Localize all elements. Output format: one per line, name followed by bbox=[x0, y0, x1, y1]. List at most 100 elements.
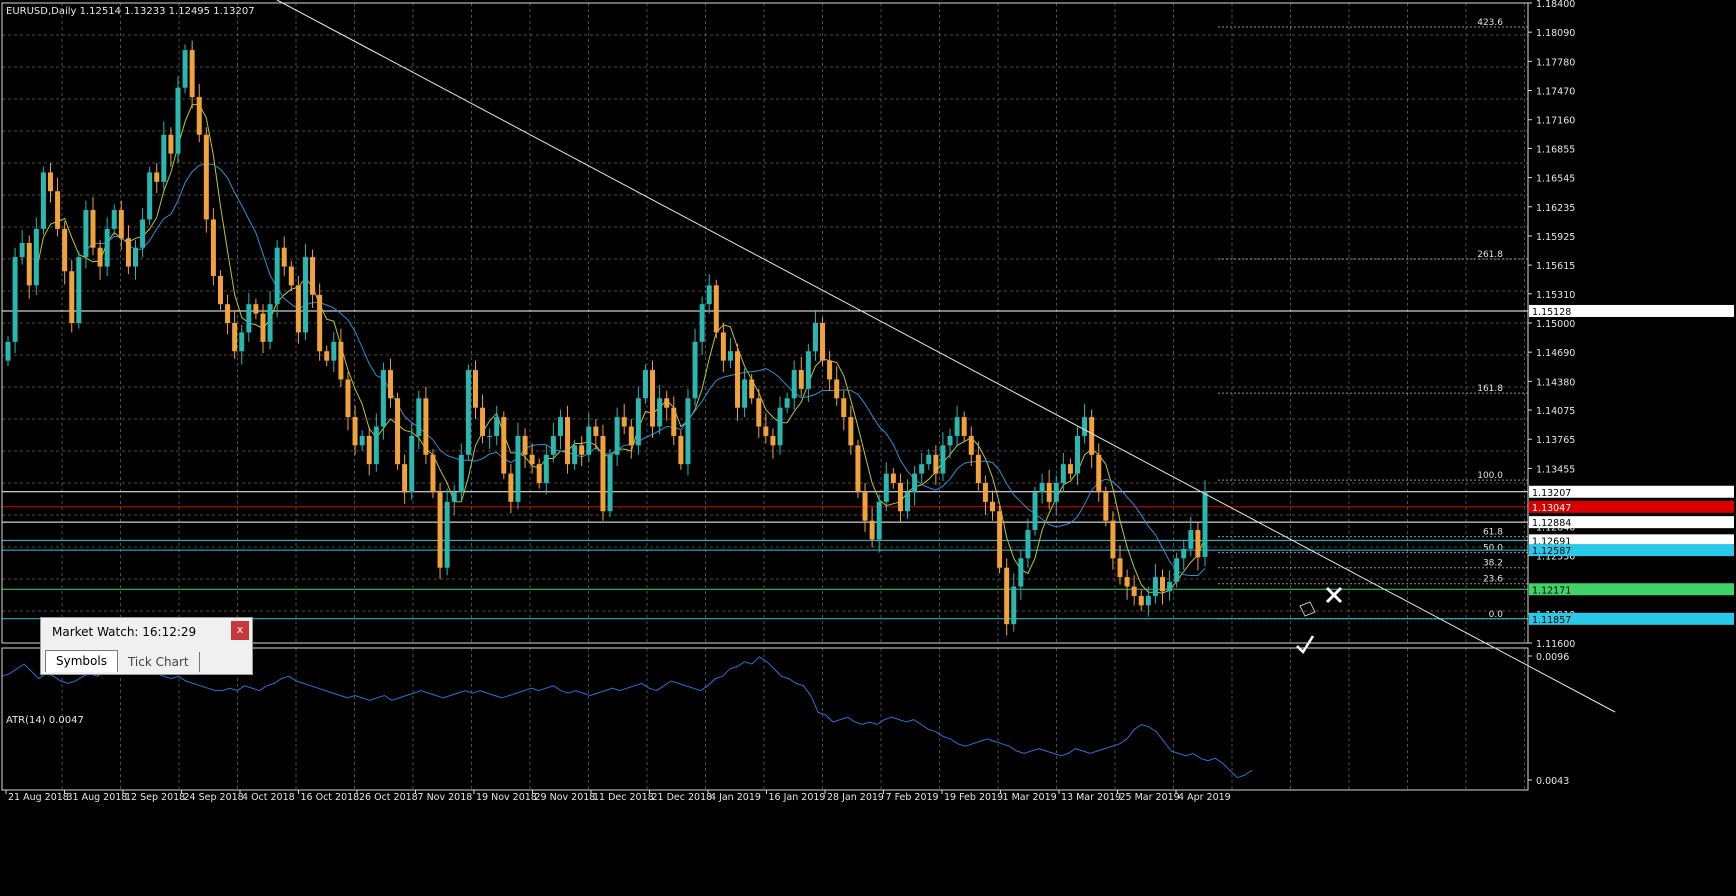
price-tick-label: 1.16235 bbox=[1536, 203, 1575, 214]
candle-body bbox=[47, 172, 53, 192]
trendline[interactable] bbox=[276, 0, 1616, 713]
price-tick-label: 1.16855 bbox=[1536, 144, 1575, 155]
candle-body bbox=[890, 473, 896, 483]
fib-level-label: 261.8 bbox=[1477, 250, 1503, 260]
date-tick-label: 28 Jan 2019 bbox=[827, 792, 884, 803]
candle-body bbox=[1195, 530, 1201, 558]
candle-body bbox=[302, 257, 308, 333]
price-level-lines bbox=[2, 310, 1528, 620]
candle-body bbox=[232, 323, 238, 352]
candle-body bbox=[225, 304, 231, 323]
date-tick-label: 16 Jan 2019 bbox=[769, 792, 826, 803]
price-tick-label: 1.14380 bbox=[1536, 377, 1575, 388]
price-tick-label: 1.15310 bbox=[1536, 290, 1575, 301]
candle-body bbox=[713, 285, 719, 333]
close-icon[interactable]: x bbox=[231, 621, 249, 640]
candle-body bbox=[217, 275, 223, 305]
candle-body bbox=[444, 501, 450, 568]
fibonacci-lines: 423.6261.8161.8100.061.850.038.223.60.0 bbox=[1218, 18, 1528, 620]
tab-tick-chart[interactable]: Tick Chart bbox=[118, 652, 200, 672]
date-tick-label: 1 Mar 2019 bbox=[1003, 792, 1057, 803]
candle-body bbox=[905, 492, 911, 512]
price-tick-label: 1.14075 bbox=[1536, 406, 1575, 417]
candle-body bbox=[1138, 595, 1144, 606]
candle-body bbox=[1096, 454, 1102, 493]
candle-body bbox=[798, 370, 804, 389]
candle-body bbox=[295, 285, 301, 333]
candle-body bbox=[203, 134, 209, 220]
candle-body bbox=[508, 473, 514, 502]
candle-body bbox=[940, 445, 946, 474]
candle-body bbox=[685, 398, 691, 465]
candle-body bbox=[338, 341, 344, 380]
candle-body bbox=[501, 417, 507, 474]
candle-body bbox=[494, 417, 500, 436]
trading-chart[interactable]: 423.6261.8161.8100.061.850.038.223.60.0 … bbox=[0, 0, 1736, 896]
atr-axis: 0.0096 0.0043 bbox=[1528, 652, 1569, 787]
buy-check-icon bbox=[1296, 635, 1315, 654]
candle-body bbox=[132, 247, 138, 267]
candle-body bbox=[593, 426, 599, 436]
fib-level-label: 423.6 bbox=[1477, 18, 1503, 28]
date-tick-label: 26 Oct 2018 bbox=[359, 792, 418, 803]
candle-body bbox=[557, 417, 563, 436]
candle-body bbox=[841, 398, 847, 418]
candle-body bbox=[862, 492, 868, 521]
candle-body bbox=[919, 464, 925, 474]
price-tick-label: 1.11600 bbox=[1536, 639, 1575, 650]
price-tick-label: 1.14690 bbox=[1536, 348, 1575, 359]
candle-body bbox=[975, 454, 981, 483]
candle-body bbox=[897, 483, 903, 512]
candle-body bbox=[76, 257, 82, 323]
candle-body bbox=[572, 445, 578, 465]
candle-body bbox=[26, 243, 32, 286]
date-tick-label: 16 Oct 2018 bbox=[301, 792, 360, 803]
candle-body bbox=[628, 426, 634, 446]
candle-body bbox=[1067, 464, 1073, 474]
atr-grid bbox=[61, 648, 1525, 790]
candle-body bbox=[1032, 492, 1038, 531]
candle-body bbox=[324, 351, 330, 361]
candle-body bbox=[1110, 520, 1116, 559]
price-tag-label: 1.12587 bbox=[1532, 546, 1571, 557]
candle-body bbox=[366, 435, 372, 465]
candle-body bbox=[480, 407, 486, 436]
market-watch-window[interactable]: Market Watch: 16:12:29 x Symbols Tick Ch… bbox=[40, 617, 253, 675]
candle-body bbox=[522, 435, 528, 455]
candle-body bbox=[805, 351, 811, 389]
candle-body bbox=[402, 464, 408, 493]
candle-body bbox=[395, 398, 401, 465]
candle-body bbox=[876, 501, 882, 540]
candle-body bbox=[1124, 577, 1130, 587]
candle-body bbox=[83, 210, 89, 258]
fib-level-label: 161.8 bbox=[1477, 384, 1503, 394]
candle-body bbox=[5, 341, 11, 361]
date-tick-label: 24 Sep 2018 bbox=[184, 792, 244, 803]
candle-body bbox=[437, 492, 443, 568]
date-tick-label: 12 Sep 2018 bbox=[125, 792, 185, 803]
candle-body bbox=[961, 417, 967, 436]
candle-body bbox=[317, 294, 323, 352]
candle-body bbox=[550, 435, 556, 455]
candle-body bbox=[982, 483, 988, 502]
price-tick-label: 1.18090 bbox=[1536, 28, 1575, 39]
candle-body bbox=[19, 243, 25, 258]
candle-body bbox=[529, 454, 535, 465]
candle-body bbox=[281, 247, 287, 267]
candle-body bbox=[784, 398, 790, 408]
date-tick-label: 19 Feb 2019 bbox=[944, 792, 1003, 803]
fib-level-label: 38.2 bbox=[1483, 559, 1503, 569]
trade-markers bbox=[1296, 586, 1343, 654]
symbol-info-label: EURUSD,Daily 1.12514 1.13233 1.12495 1.1… bbox=[6, 6, 255, 17]
price-tag-label: 1.13047 bbox=[1532, 503, 1571, 514]
candle-body bbox=[1004, 567, 1010, 625]
tab-symbols[interactable]: Symbols bbox=[45, 650, 118, 672]
atr-tick-label: 0.0096 bbox=[1536, 652, 1569, 663]
candle-body bbox=[536, 464, 542, 483]
candle-body bbox=[97, 247, 103, 267]
candle-body bbox=[912, 473, 918, 493]
candle-body bbox=[614, 417, 620, 455]
candle-body bbox=[883, 473, 889, 502]
fib-level-label: 50.0 bbox=[1483, 544, 1503, 554]
candle-body bbox=[933, 454, 939, 474]
